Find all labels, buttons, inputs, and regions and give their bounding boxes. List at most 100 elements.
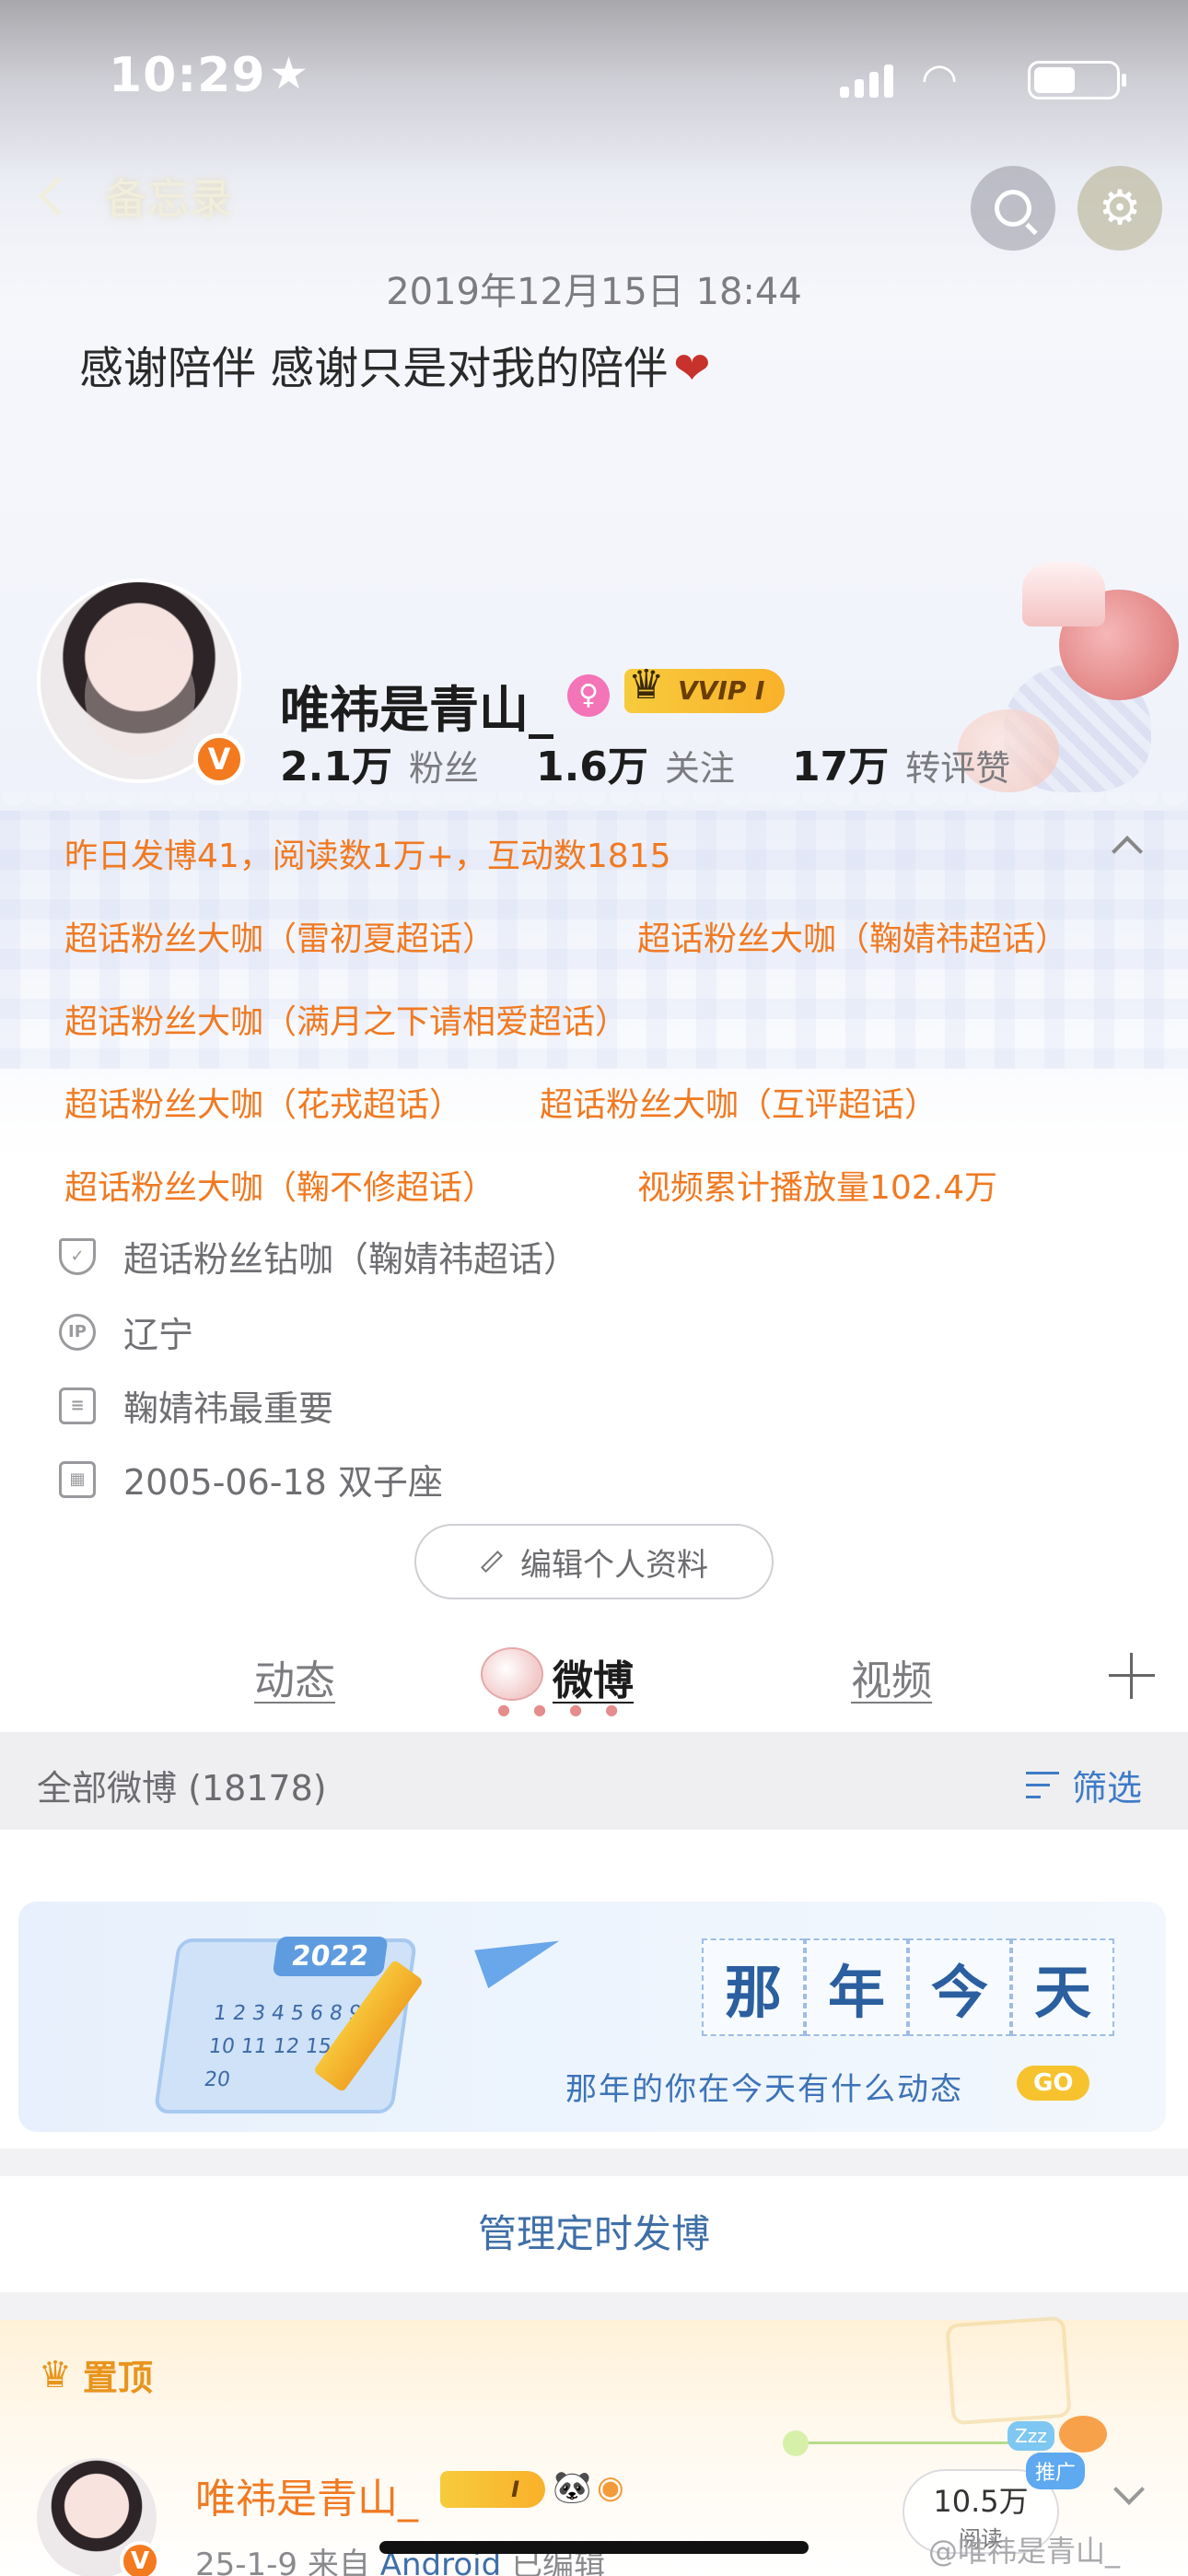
pencil-icon — [480, 1550, 504, 1574]
memo-date: 2019年12月15日 18:44 — [386, 271, 802, 313]
female-icon: ♀ — [567, 674, 610, 717]
crown-watermark-decoration — [945, 2315, 1072, 2426]
info-text: 鞠婧祎最重要 — [123, 1388, 334, 1429]
search-icon — [995, 190, 1031, 227]
manage-scheduled-posts-button[interactable]: 管理定时发博 — [0, 2176, 1188, 2292]
on-this-day-banner[interactable]: 2022 1 2 3 4 5 6 8 9 10 11 12 15 16 20 那… — [18, 1902, 1166, 2132]
chevron-left-icon — [38, 176, 78, 217]
post-author-name[interactable]: 唯祎是青山_ — [195, 2465, 418, 2524]
divider — [0, 2292, 1188, 2320]
pinned-label-text: 置顶 — [82, 2358, 153, 2398]
badge-item[interactable]: 超话粉丝大咖（鞠婧祎超话） — [637, 912, 1068, 960]
profile-stats: 2.1万 粉丝 1.6万 关注 17万 转评赞 — [280, 733, 1067, 792]
settings-button[interactable]: ⚙ — [1077, 166, 1162, 251]
battery-icon — [1028, 61, 1126, 100]
vvip-badge[interactable]: ♛ VVIP Ⅰ — [624, 663, 786, 713]
apple-tab-icon — [481, 1647, 543, 1701]
yarn-string-decoration — [792, 2441, 1022, 2444]
post-from: 来自 — [307, 2547, 370, 2576]
memo-text-body: 感谢陪伴 感谢只是对我的陪伴 — [79, 343, 669, 394]
badge-item[interactable]: 超话粉丝大咖（花戎超话） — [64, 1086, 462, 1124]
chevron-down-icon[interactable] — [1113, 2474, 1145, 2505]
tab-dynamic[interactable]: 动态 — [254, 1647, 335, 1706]
wifi-icon: ◠ — [921, 53, 959, 103]
pinned-label: ♛ 置顶 — [39, 2349, 153, 2400]
memo-text: 感谢陪伴 感谢只是对我的陪伴 ❤ — [79, 332, 710, 396]
go-button[interactable]: GO — [1017, 2066, 1090, 2101]
stat-likes[interactable]: 17万 转评赞 — [792, 733, 1010, 792]
promote-badge[interactable]: 推广 — [1026, 2453, 1086, 2489]
back-label: 备忘录 — [105, 174, 232, 224]
lace-decoration — [0, 792, 1188, 820]
status-time: 10:29 — [109, 48, 266, 103]
stat-followers[interactable]: 2.1万 粉丝 — [280, 733, 479, 792]
all-weibo-count: 全部微博 (18178) — [37, 1768, 327, 1809]
stat-label: 粉丝 — [408, 748, 479, 789]
feed-filter-bar: 全部微博 (18178) 筛选 — [0, 1732, 1188, 1830]
info-birthday: ▦ 2005-06-18 双子座 — [59, 1454, 443, 1505]
badge-item[interactable]: 超话粉丝大咖（互评超话） — [540, 1078, 938, 1126]
vip-badge: Ⅰ — [440, 2471, 545, 2508]
tab-weibo[interactable]: 微博 — [553, 1647, 634, 1706]
edit-profile-button[interactable]: 编辑个人资料 — [414, 1524, 774, 1599]
info-superfan[interactable]: ✓ 超话粉丝钻咖（鞠婧祎超话） — [59, 1231, 578, 1282]
document-icon: ≡ — [59, 1387, 96, 1424]
info-ip-location: IP 辽宁 — [59, 1306, 193, 1357]
sleep-bubble: Zzz — [1007, 2421, 1054, 2451]
badge-item[interactable]: 超话粉丝大咖（鞠不修超话） — [64, 1169, 495, 1207]
tab-video[interactable]: 视频 — [851, 1647, 932, 1706]
vvip-label: VVIP Ⅰ — [678, 675, 765, 706]
calendar-year: 2022 — [272, 1937, 389, 1976]
post-date: 25-1-9 — [195, 2547, 298, 2576]
shield-icon: ✓ — [59, 1237, 96, 1275]
info-text: 2005-06-18 双子座 — [123, 1462, 443, 1503]
search-button[interactable] — [971, 166, 1055, 251]
banner-title-char: 今 — [908, 1938, 1011, 2036]
cake-sticker — [1022, 562, 1105, 626]
sleeping-cat-icon — [1059, 2416, 1107, 2453]
divider — [0, 2149, 1188, 2176]
edit-profile-label: 编辑个人资料 — [520, 1546, 708, 1584]
panda-icon: 🐼 — [553, 2469, 592, 2506]
banner-subtitle: 那年的你在今天有什么动态 — [565, 2071, 963, 2108]
badge-row: 超话粉丝大咖（花戎超话） 超话粉丝大咖（互评超话） — [64, 1078, 1170, 1124]
add-tab-icon[interactable] — [1109, 1653, 1155, 1699]
filter-label: 筛选 — [1072, 1768, 1143, 1809]
crown-icon: ♛ — [628, 662, 665, 708]
badge-row: 超话粉丝大咖（雷初夏超话） 超话粉丝大咖（鞠婧祎超话） — [64, 912, 1170, 958]
banner-title: 那 年 今 天 — [702, 1938, 1114, 2036]
banner-title-char: 那 — [702, 1938, 805, 2036]
stat-num: 2.1万 — [280, 744, 392, 790]
profile-tabs: 动态 微博 ● ● ● ● 视频 — [0, 1631, 1188, 1732]
verified-badge: V — [193, 733, 245, 785]
info-text: 超话粉丝钻咖（鞠婧祎超话） — [123, 1239, 579, 1280]
filter-icon — [1026, 1770, 1063, 1801]
badge-item[interactable]: 视频累计播放量102.4万 — [637, 1161, 997, 1209]
focus-star-icon: ★ — [269, 48, 309, 100]
badge-item[interactable]: 超话粉丝大咖（雷初夏超话） — [64, 920, 495, 958]
crown-icon: ♛ — [39, 2353, 72, 2396]
stat-label: 转评赞 — [905, 748, 1011, 789]
stat-label: 关注 — [664, 748, 735, 789]
heart-icon: ❤ — [673, 343, 711, 394]
badge-row: 超话粉丝大咖（满月之下请相爱超话） — [64, 995, 1170, 1041]
back-button[interactable]: 备忘录 — [31, 166, 232, 227]
badge-item[interactable]: 超话粉丝大咖（满月之下请相爱超话） — [64, 1003, 628, 1041]
cellular-signal-icon — [840, 63, 895, 98]
ip-icon: IP — [59, 1313, 96, 1351]
calendar-icon: ▦ — [59, 1460, 96, 1498]
stat-num: 1.6万 — [535, 744, 648, 790]
stat-following[interactable]: 1.6万 关注 — [536, 733, 735, 792]
yarn-ball-icon — [783, 2430, 809, 2456]
info-bio: ≡ 鞠婧祎最重要 — [59, 1380, 333, 1431]
paw-prints-icon: ● ● ● ● — [497, 1701, 628, 1718]
home-indicator[interactable] — [379, 2541, 809, 2554]
profile-username: 唯祎是青山_ — [280, 681, 553, 739]
filter-button[interactable]: 筛选 — [1026, 1760, 1142, 1810]
fish-icon: ◉ — [597, 2469, 624, 2506]
gear-icon: ⚙ — [1098, 181, 1142, 236]
weibo-watermark: @唯祎是青山_ — [928, 2534, 1121, 2569]
avatar-face — [85, 636, 195, 755]
verified-badge: V — [120, 2541, 160, 2576]
banner-title-char: 天 — [1011, 1938, 1114, 2036]
